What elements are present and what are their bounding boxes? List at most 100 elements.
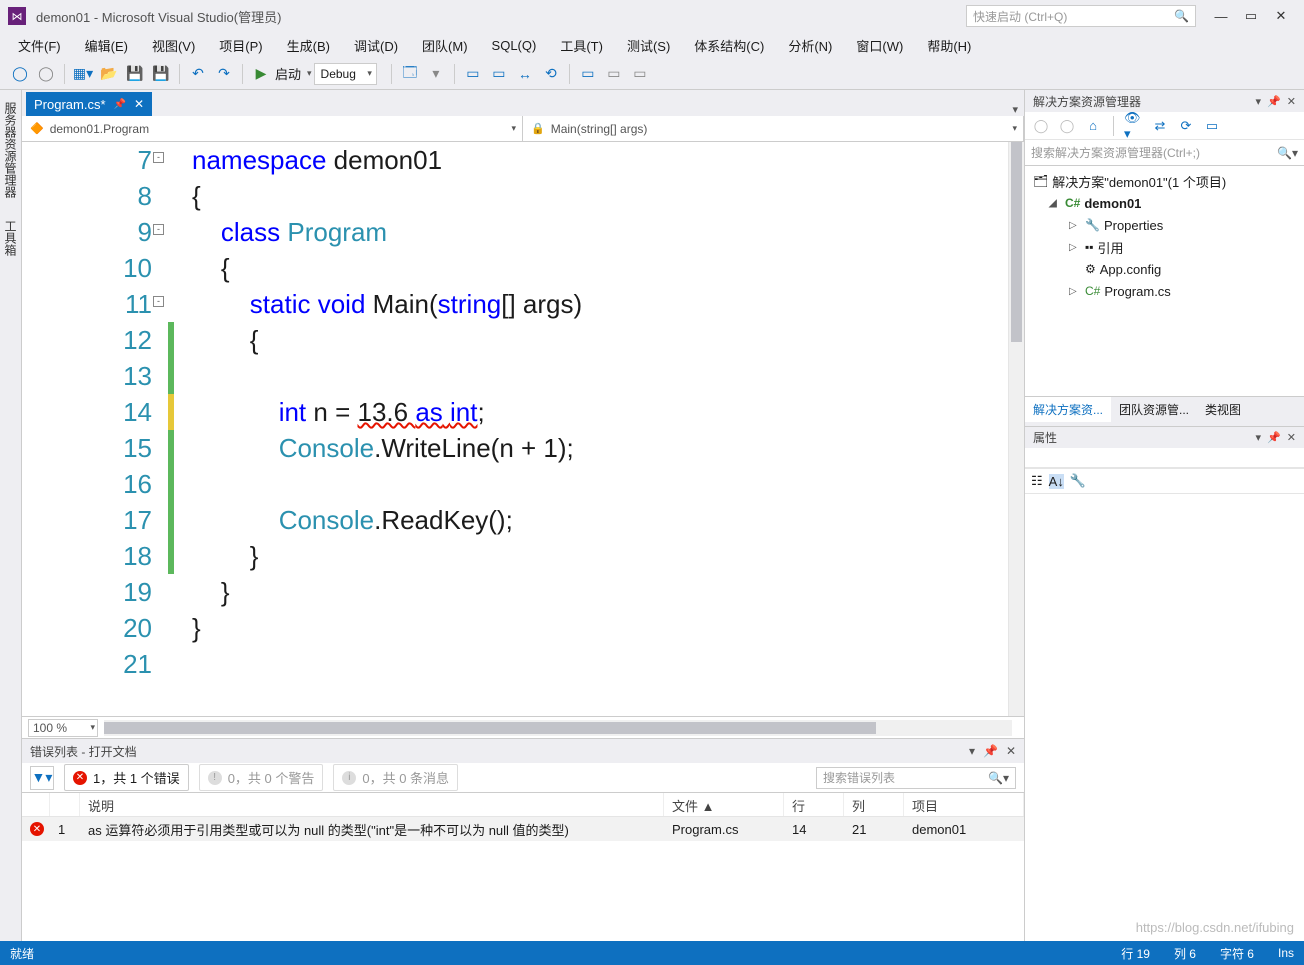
props-wrench-icon[interactable]: 🔧	[1070, 473, 1086, 489]
tabs-dropdown-icon[interactable]: ▾	[1012, 103, 1018, 116]
toolbar-btn-c[interactable]: ▭	[461, 62, 485, 86]
toolbar-btn-g[interactable]: ▭	[576, 62, 600, 86]
errors-chip[interactable]: ✕1，共 1 个错误	[64, 764, 189, 791]
save-button[interactable]: 💾	[123, 62, 147, 86]
toolbar-btn-f[interactable]: ⟲	[539, 62, 563, 86]
zoom-combo[interactable]: 100 %	[28, 719, 98, 737]
save-all-button[interactable]: 💾	[149, 62, 173, 86]
status-ready: 就绪	[10, 945, 34, 962]
toolbar-btn-h[interactable]: ▭	[602, 62, 626, 86]
code-editor[interactable]: 7-89-1011-12131415161718192021 namespace…	[22, 142, 1024, 716]
menu-item[interactable]: SQL(Q)	[482, 35, 547, 56]
right-pane-bottom-tabs: 解决方案资... 团队资源管... 类视图	[1025, 396, 1304, 422]
categorize-icon[interactable]: ☷	[1031, 473, 1043, 489]
wrench-icon: 🔧	[1085, 218, 1100, 232]
undo-button[interactable]: ↶	[186, 62, 210, 86]
error-search-input[interactable]: 搜索错误列表 🔍▾	[816, 767, 1016, 789]
warnings-chip[interactable]: !0，共 0 个警告	[199, 764, 324, 791]
back-button[interactable]: ◯	[8, 62, 32, 86]
messages-chip[interactable]: i0，共 0 条消息	[333, 764, 458, 791]
panel-pin-icon[interactable]: 📌	[1267, 431, 1281, 444]
references-node[interactable]: ▷▪▪引用	[1025, 236, 1304, 258]
tab-classview[interactable]: 类视图	[1197, 397, 1249, 422]
error-columns-header[interactable]: 说明 文件 ▲ 行 列 项目	[22, 793, 1024, 817]
toolbar-btn-d[interactable]: ▭	[487, 62, 511, 86]
search-icon: 🔍▾	[988, 771, 1009, 785]
panel-pin-icon[interactable]: 📌	[983, 744, 998, 758]
menu-item[interactable]: 分析(N)	[778, 33, 842, 58]
new-project-button[interactable]: ▦▾	[71, 62, 95, 86]
redo-button[interactable]: ↷	[212, 62, 236, 86]
panel-pin-icon[interactable]: 📌	[1267, 95, 1281, 108]
menu-item[interactable]: 调试(D)	[344, 33, 408, 58]
menu-item[interactable]: 编辑(E)	[75, 33, 138, 58]
project-node[interactable]: ◢C#demon01	[1025, 192, 1304, 214]
menu-item[interactable]: 视图(V)	[142, 33, 205, 58]
properties-node[interactable]: ▷🔧Properties	[1025, 214, 1304, 236]
menu-item[interactable]: 窗口(W)	[846, 33, 913, 58]
refresh-icon[interactable]: 👁▾	[1124, 116, 1144, 136]
panel-dropdown-icon[interactable]: ▾	[1256, 95, 1262, 108]
pin-icon[interactable]: 📌	[114, 99, 126, 110]
appconfig-node[interactable]: ⚙App.config	[1025, 258, 1304, 280]
search-icon: 🔍▾	[1277, 146, 1298, 160]
panel-close-icon[interactable]: ✕	[1287, 95, 1296, 108]
properties-grid[interactable]	[1025, 494, 1304, 941]
open-button[interactable]: 📂	[97, 62, 121, 86]
panel-close-icon[interactable]: ✕	[1287, 431, 1296, 444]
maximize-button[interactable]: ▭	[1236, 5, 1266, 27]
error-row[interactable]: ✕ 1 as 运算符必须用于引用类型或可以为 null 的类型("int"是一种…	[22, 817, 1024, 841]
menu-item[interactable]: 团队(M)	[412, 33, 478, 58]
close-tab-icon[interactable]: ✕	[134, 97, 144, 111]
panel-dropdown-icon[interactable]: ▾	[1256, 431, 1262, 444]
toolbar-btn-a[interactable]: 🗔	[398, 62, 422, 86]
toolbar-btn-i[interactable]: ▭	[628, 62, 652, 86]
panel-dropdown-icon[interactable]: ▾	[969, 744, 975, 758]
tab-solution[interactable]: 解决方案资...	[1025, 397, 1111, 422]
collapse-icon[interactable]: ▭	[1202, 116, 1222, 136]
document-tabs: Program.cs* 📌 ✕ ▾	[22, 90, 1024, 116]
solution-root[interactable]: 🗂解决方案"demon01"(1 个项目)	[1025, 170, 1304, 192]
forward-button[interactable]: ◯	[34, 62, 58, 86]
filter-button[interactable]: ▼▾	[30, 766, 54, 790]
refresh2-icon[interactable]: ⟳	[1176, 116, 1196, 136]
menu-item[interactable]: 工具(T)	[550, 33, 613, 58]
status-line: 行 19	[1121, 945, 1150, 962]
file-tab-program[interactable]: Program.cs* 📌 ✕	[26, 92, 152, 116]
menu-item[interactable]: 生成(B)	[277, 33, 340, 58]
status-ins: Ins	[1278, 946, 1294, 960]
tab-team[interactable]: 团队资源管...	[1111, 397, 1197, 422]
start-button[interactable]: ▶	[249, 62, 273, 86]
config-combo[interactable]: Debug	[314, 63, 377, 85]
menu-item[interactable]: 项目(P)	[209, 33, 272, 58]
menu-item[interactable]: 体系结构(C)	[684, 33, 774, 58]
menu-item[interactable]: 测试(S)	[617, 33, 680, 58]
scope-combo[interactable]: 🔶demon01.Program	[22, 116, 523, 141]
quick-launch-placeholder: 快速启动 (Ctrl+Q)	[973, 8, 1067, 25]
solution-icon: 🗂	[1033, 174, 1048, 188]
error-list-title: 错误列表 - 打开文档	[30, 743, 137, 760]
menu-item[interactable]: 文件(F)	[8, 33, 71, 58]
close-button[interactable]: ✕	[1266, 5, 1296, 27]
forward-icon[interactable]: ◯	[1057, 116, 1077, 136]
vertical-scrollbar[interactable]	[1008, 142, 1024, 716]
left-tab-server-explorer[interactable]: 服务器资源管理器	[0, 96, 21, 204]
panel-close-icon[interactable]: ✕	[1006, 744, 1016, 758]
alpha-sort-icon[interactable]: A↓	[1049, 474, 1064, 489]
sync-icon[interactable]: ⇄	[1150, 116, 1170, 136]
minimize-button[interactable]: —	[1206, 5, 1236, 27]
info-icon: i	[342, 771, 356, 785]
member-combo[interactable]: 🔒Main(string[] args)	[523, 116, 1024, 141]
toolbar-btn-b[interactable]: ▾	[424, 62, 448, 86]
home-icon[interactable]: ⌂	[1083, 116, 1103, 136]
toolbar-btn-e[interactable]: ↔	[513, 62, 537, 86]
properties-toolbar: ☷ A↓ 🔧	[1025, 468, 1304, 494]
left-tab-toolbox[interactable]: 工具箱	[0, 214, 21, 262]
back-icon[interactable]: ◯	[1031, 116, 1051, 136]
warning-icon: !	[208, 771, 222, 785]
solution-search-input[interactable]: 搜索解决方案资源管理器(Ctrl+;) 🔍▾	[1025, 140, 1304, 166]
menu-item[interactable]: 帮助(H)	[917, 33, 981, 58]
horizontal-scrollbar[interactable]	[104, 720, 1012, 736]
quick-launch-input[interactable]: 快速启动 (Ctrl+Q) 🔍	[966, 5, 1196, 27]
programcs-node[interactable]: ▷C#Program.cs	[1025, 280, 1304, 302]
